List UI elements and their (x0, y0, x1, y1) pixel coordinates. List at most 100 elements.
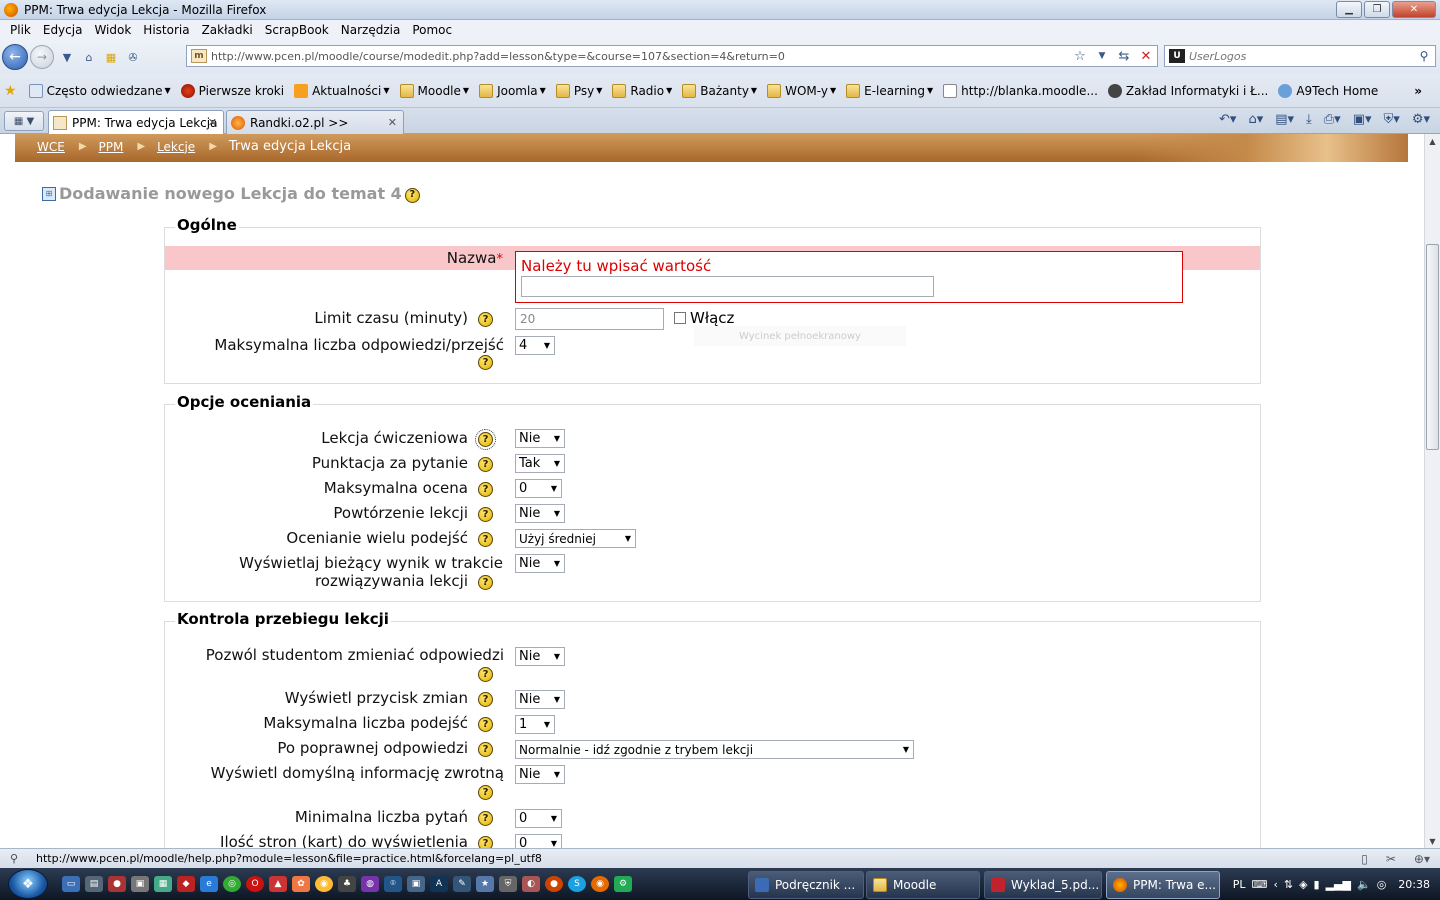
app-icon[interactable]: ▣ (407, 876, 425, 892)
network-icon[interactable]: ⇅ (1284, 878, 1293, 891)
app-icon[interactable]: ▣ (131, 876, 149, 892)
menu-widok[interactable]: Widok (88, 23, 137, 37)
tools-icon[interactable]: ✇ (124, 47, 142, 67)
signal-icon[interactable]: ▂▄▆ (1326, 878, 1351, 891)
skype-icon[interactable]: S (568, 876, 586, 892)
feeds-icon[interactable]: ▤▾ (1275, 112, 1294, 127)
app-icon[interactable]: ✎ (453, 876, 471, 892)
help-icon[interactable]: ? (478, 667, 493, 682)
menu-historia[interactable]: Historia (137, 23, 195, 37)
history-dropdown-icon[interactable]: ▼ (58, 47, 76, 67)
language-indicator[interactable]: PL (1233, 878, 1246, 891)
maxanswers-select[interactable]: 4 ▼ (515, 336, 555, 355)
taskbar-task-firefox[interactable]: PPM: Trwa e... (1106, 871, 1220, 899)
bookmarks-menu-star-icon[interactable]: ★ (4, 83, 17, 99)
undo-close-tab-icon[interactable]: ↶▾ (1219, 112, 1236, 127)
app-icon[interactable]: ▦ (154, 876, 172, 892)
app-icon[interactable]: ⚙ (614, 876, 632, 892)
bookmarks-overflow-icon[interactable]: » (1414, 84, 1422, 98)
search-engine-icon[interactable]: U (1169, 49, 1185, 63)
help-icon[interactable]: ? (478, 482, 493, 497)
bookmark-zaklad-informatyki[interactable]: Zakład Informatyki i Ł... (1107, 83, 1268, 98)
multi-attempt-select[interactable]: Użyj średniej ▼ (515, 529, 636, 548)
help-icon[interactable]: ? (478, 575, 493, 590)
min-questions-select[interactable]: 0 ▼ (515, 809, 562, 828)
breadcrumb-link-wce[interactable]: WCE (37, 140, 65, 154)
maximize-button[interactable]: ❐ (1364, 1, 1390, 18)
help-icon[interactable]: ? (478, 836, 493, 848)
menu-narzedzia[interactable]: Narzędzia (335, 23, 407, 37)
default-feedback-select[interactable]: Nie ▼ (515, 765, 565, 784)
page-status-icon[interactable]: ▯ (1361, 852, 1368, 866)
help-icon[interactable]: ? (478, 717, 493, 732)
close-window-button[interactable]: ✕ (1392, 1, 1436, 18)
ongoing-score-select[interactable]: Nie ▼ (515, 554, 565, 573)
home-icon[interactable]: ⌂ (80, 47, 98, 67)
help-icon[interactable]: ? (478, 532, 493, 547)
show-desktop-icon[interactable]: ▭ (62, 876, 80, 892)
scroll-down-icon[interactable]: ▼ (1425, 834, 1440, 848)
bookmark-a9tech-home[interactable]: A9Tech Home (1278, 83, 1378, 98)
help-icon[interactable]: ? (478, 692, 493, 707)
close-tab-icon[interactable]: ✕ (208, 116, 217, 129)
addons-icon[interactable]: ▦ (102, 47, 120, 67)
bookmark-aktualnosci[interactable]: Aktualności ▼ (294, 83, 390, 98)
app-icon[interactable]: ♣ (338, 876, 356, 892)
reload-icon[interactable]: ⇆ (1113, 49, 1135, 64)
custom-scoring-select[interactable]: Tak ▼ (515, 454, 565, 473)
app-icon[interactable]: ▲ (269, 876, 287, 892)
bookmark-folder-wom-y[interactable]: WOM-y ▼ (767, 83, 836, 98)
start-button[interactable]: ❖ (8, 869, 48, 899)
app-icon[interactable]: ✿ (292, 876, 310, 892)
taskbar-task-wyklad[interactable]: Wyklad_5.pd... (984, 871, 1102, 899)
tab-ppm[interactable]: PPM: Trwa edycja Lekcja ✕ (48, 110, 224, 134)
tray-expand-icon[interactable]: ‹ (1273, 878, 1277, 891)
name-input[interactable] (521, 276, 934, 297)
max-pages-select[interactable]: 0 ▼ (515, 834, 562, 848)
enable-checkbox[interactable] (674, 312, 686, 324)
switch-windows-icon[interactable]: ▤ (85, 876, 103, 892)
help-icon[interactable]: ? (478, 312, 493, 327)
url-text[interactable]: http://www.pcen.pl/moodle/course/modedit… (211, 50, 1069, 63)
menu-zakladki[interactable]: Zakładki (196, 23, 259, 37)
next-page-select[interactable]: Normalnie - idź zgodnie z trybem lekcji ▼ (515, 740, 914, 759)
taskbar-task-podrecznik[interactable]: Podręcznik ... (748, 871, 864, 899)
help-icon[interactable]: ? (478, 785, 493, 800)
battery-icon[interactable]: ▮ (1314, 878, 1320, 891)
tray-app-icon[interactable]: ◈ (1299, 878, 1307, 891)
scrollbar-thumb[interactable] (1426, 244, 1439, 450)
breadcrumb-link-lekcje[interactable]: Lekcje (157, 140, 195, 154)
keyboard-icon[interactable]: ⌨ (1252, 878, 1268, 891)
app-icon[interactable]: ⌾ (384, 876, 402, 892)
help-icon[interactable]: ? (478, 742, 493, 757)
tab-list-button[interactable]: ▦ ▼ (4, 111, 44, 131)
app-icon[interactable]: ◐ (522, 876, 540, 892)
url-bar[interactable]: m http://www.pcen.pl/moodle/course/moded… (186, 45, 1158, 67)
help-icon[interactable]: ? (478, 507, 493, 522)
url-dropdown-icon[interactable]: ▼ (1091, 51, 1113, 61)
help-icon[interactable]: ? (478, 457, 493, 472)
app-icon[interactable]: ◍ (361, 876, 379, 892)
taskbar-task-moodle[interactable]: Moodle (866, 871, 980, 899)
retake-select[interactable]: Nie ▼ (515, 504, 565, 523)
close-tab-icon[interactable]: ✕ (388, 116, 397, 129)
forward-button[interactable]: → (30, 45, 54, 69)
stop-icon[interactable]: ✕ (1135, 49, 1157, 64)
bookmark-star-icon[interactable]: ☆ (1069, 49, 1091, 64)
back-button[interactable]: ← (2, 44, 28, 70)
help-icon[interactable]: ? (478, 355, 493, 370)
app-icon[interactable]: ⛨ (499, 876, 517, 892)
max-attempts-select[interactable]: 1 ▼ (515, 715, 555, 734)
bookmark-folder-psy[interactable]: Psy ▼ (555, 83, 602, 98)
app-icon[interactable]: ★ (476, 876, 494, 892)
scrapbook-status-icon[interactable]: ✂ (1386, 852, 1396, 866)
app-icon[interactable]: ● (545, 876, 563, 892)
bookmark-folder-bazanty[interactable]: Bażanty ▼ (682, 83, 757, 98)
search-bar[interactable]: U ⚲ (1164, 45, 1436, 67)
help-icon[interactable]: ? (478, 811, 493, 826)
chrome-icon[interactable]: ◎ (223, 876, 241, 892)
minimize-button[interactable]: ▁ (1336, 1, 1362, 18)
app-icon[interactable]: ● (108, 876, 126, 892)
volume-icon[interactable]: 🔈 (1357, 878, 1371, 891)
opera-icon[interactable]: O (246, 876, 264, 892)
